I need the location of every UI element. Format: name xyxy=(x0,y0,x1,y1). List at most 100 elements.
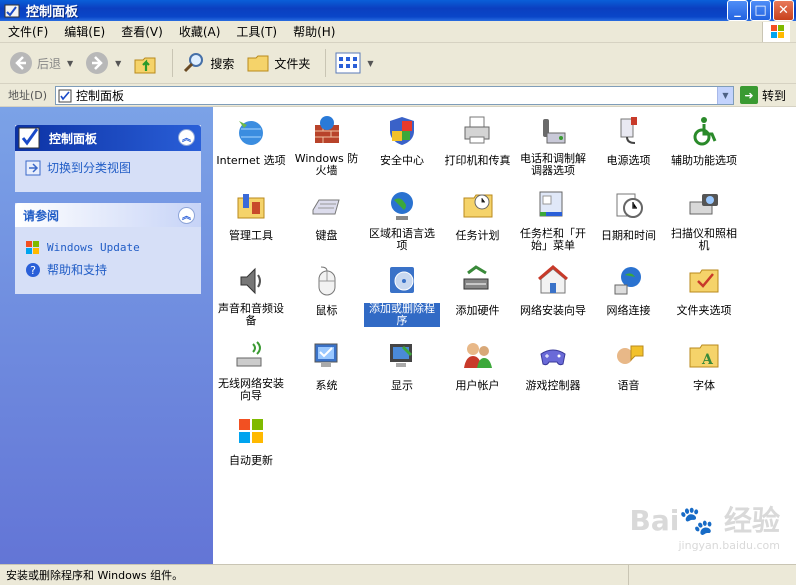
windows-logo-icon xyxy=(26,241,39,254)
dropdown-arrow-icon[interactable]: ▼ xyxy=(67,59,73,68)
control-panel-item[interactable]: 打印机和传真 xyxy=(440,115,516,167)
control-panel-item[interactable]: 日期和时间 xyxy=(591,190,667,242)
item-label: Windows 防火墙 xyxy=(294,152,359,177)
forward-button[interactable]: ▼ xyxy=(82,47,124,79)
user-accounts-icon xyxy=(463,343,492,368)
control-panel-item[interactable]: 电话和调制解调器选项 xyxy=(515,115,591,177)
go-button[interactable]: ➜ 转到 xyxy=(740,86,786,104)
control-panel-item[interactable]: Windows 防火墙 xyxy=(289,115,365,177)
control-panel-section: 控制面板 ︽ 切换到分类视图 xyxy=(15,125,201,192)
control-panel-item[interactable]: 电源选项 xyxy=(591,115,667,167)
control-panel-icon xyxy=(58,89,72,102)
menu-file[interactable]: 文件(F) xyxy=(0,23,56,40)
control-panel-item[interactable]: 文件夹选项 xyxy=(666,265,742,317)
section-title: 请参阅 xyxy=(23,208,60,223)
control-panel-item[interactable]: 无线网络安装向导 xyxy=(213,340,289,402)
wireless-setup-icon xyxy=(236,341,262,367)
control-panel-item[interactable]: 安全中心 xyxy=(364,115,440,167)
dropdown-arrow-icon[interactable]: ▼ xyxy=(367,59,373,68)
menu-view[interactable]: 查看(V) xyxy=(113,23,171,40)
category-view-icon xyxy=(25,160,41,175)
status-text: 安装或删除程序和 Windows 组件。 xyxy=(6,569,184,582)
control-panel-item[interactable]: 键盘 xyxy=(289,190,365,242)
control-panel-item[interactable]: 鼠标 xyxy=(289,265,365,317)
item-label: 自动更新 xyxy=(229,454,273,467)
internet-options-icon xyxy=(239,121,263,145)
item-label: 打印机和传真 xyxy=(444,154,511,167)
baidu-watermark: Bai🐾 经验 jingyan.baidu.com xyxy=(630,499,780,552)
dropdown-arrow-icon[interactable]: ▼ xyxy=(115,59,121,68)
display-icon xyxy=(390,344,412,367)
item-label: 电源选项 xyxy=(606,154,651,167)
firewall-icon xyxy=(314,116,339,143)
admin-tools-icon xyxy=(237,194,265,219)
item-label: 用户帐户 xyxy=(455,379,500,392)
search-icon xyxy=(184,53,204,73)
keyboard-icon xyxy=(312,199,340,215)
help-support-link[interactable]: ? 帮助和支持 xyxy=(25,261,191,278)
section-header[interactable]: 请参阅 ︽ xyxy=(15,203,201,227)
item-label: 游戏控制器 xyxy=(525,379,581,392)
control-panel-icon xyxy=(18,127,40,149)
address-input[interactable]: 控制面板 ▼ xyxy=(55,86,734,105)
address-dropdown-icon[interactable]: ▼ xyxy=(717,87,733,104)
watermark-url: jingyan.baidu.com xyxy=(678,539,780,552)
control-panel-item[interactable]: 任务栏和「开始」菜单 xyxy=(515,190,591,252)
item-label: 添加硬件 xyxy=(455,304,500,317)
menu-favorites[interactable]: 收藏(A) xyxy=(171,23,229,40)
clock-icon xyxy=(616,193,643,218)
control-panel-item[interactable]: A 字体 xyxy=(666,340,742,392)
menu-edit[interactable]: 编辑(E) xyxy=(56,23,113,40)
control-panel-item[interactable]: 声音和音频设备 xyxy=(213,265,289,327)
folder-up-icon xyxy=(134,57,156,74)
watermark-text: Bai🐾 经验 xyxy=(629,504,780,537)
window-title: 控制面板 xyxy=(26,5,79,20)
control-panel-item[interactable]: 游戏控制器 xyxy=(515,340,591,392)
menu-help[interactable]: 帮助(H) xyxy=(285,23,343,40)
collapse-chevron-icon[interactable]: ︽ xyxy=(178,129,195,146)
control-panel-item[interactable]: 任务计划 xyxy=(440,190,516,242)
control-panel-item[interactable]: 网络连接 xyxy=(591,265,667,317)
svg-text:?: ? xyxy=(30,264,36,277)
control-panel-item[interactable]: 添加或删除程序 xyxy=(363,265,441,328)
up-button[interactable] xyxy=(130,47,160,79)
views-button[interactable]: ▼ xyxy=(332,47,376,79)
search-button[interactable]: 搜索 xyxy=(179,47,237,79)
section-header[interactable]: 控制面板 ︽ xyxy=(15,125,201,151)
speaker-icon xyxy=(240,267,261,295)
control-panel-item[interactable]: 网络安装向导 xyxy=(515,265,591,317)
item-label: 声音和音频设备 xyxy=(218,302,284,327)
menu-tools[interactable]: 工具(T) xyxy=(228,23,285,40)
control-panel-item[interactable]: 系统 xyxy=(289,340,365,392)
back-button[interactable]: 后退 ▼ xyxy=(6,47,76,79)
toolbar: 后退 ▼ ▼ 搜索 文件夹 ▼ xyxy=(0,43,796,84)
status-panel xyxy=(628,565,796,585)
taskbar-icon xyxy=(539,191,563,217)
svg-text:A: A xyxy=(701,352,714,368)
control-panel-item[interactable]: 语音 xyxy=(591,340,667,392)
maximize-button[interactable]: □ xyxy=(750,0,771,21)
control-panel-item[interactable]: 管理工具 xyxy=(213,190,289,242)
control-panel-item[interactable]: Internet 选项 xyxy=(213,115,289,167)
scheduled-tasks-icon xyxy=(463,194,492,218)
item-label: 电话和调制解调器选项 xyxy=(520,152,586,177)
control-panel-item[interactable]: 自动更新 xyxy=(213,415,289,467)
windows-logo-icon xyxy=(239,419,263,443)
control-panel-item[interactable]: 显示 xyxy=(364,340,440,392)
collapse-chevron-icon[interactable]: ︽ xyxy=(178,207,195,224)
folders-label: 文件夹 xyxy=(274,56,311,71)
folders-button[interactable]: 文件夹 xyxy=(243,47,313,79)
control-panel-item[interactable]: 区域和语言选项 xyxy=(364,190,440,252)
speech-icon xyxy=(616,345,643,364)
minimize-button[interactable]: _ xyxy=(727,0,748,21)
control-panel-item[interactable]: 用户帐户 xyxy=(440,340,516,392)
switch-category-view-link[interactable]: 切换到分类视图 xyxy=(25,159,191,176)
control-panel-item[interactable]: 扫描仪和照相机 xyxy=(666,190,742,252)
control-panel-item[interactable]: 辅助功能选项 xyxy=(666,115,742,167)
close-button[interactable]: ✕ xyxy=(773,0,794,21)
item-label: 文件夹选项 xyxy=(676,304,732,317)
help-support-label: 帮助和支持 xyxy=(47,263,108,277)
control-panel-item[interactable]: 添加硬件 xyxy=(440,265,516,317)
help-icon: ? xyxy=(26,262,40,277)
windows-update-link[interactable]: Windows Update xyxy=(25,239,191,255)
